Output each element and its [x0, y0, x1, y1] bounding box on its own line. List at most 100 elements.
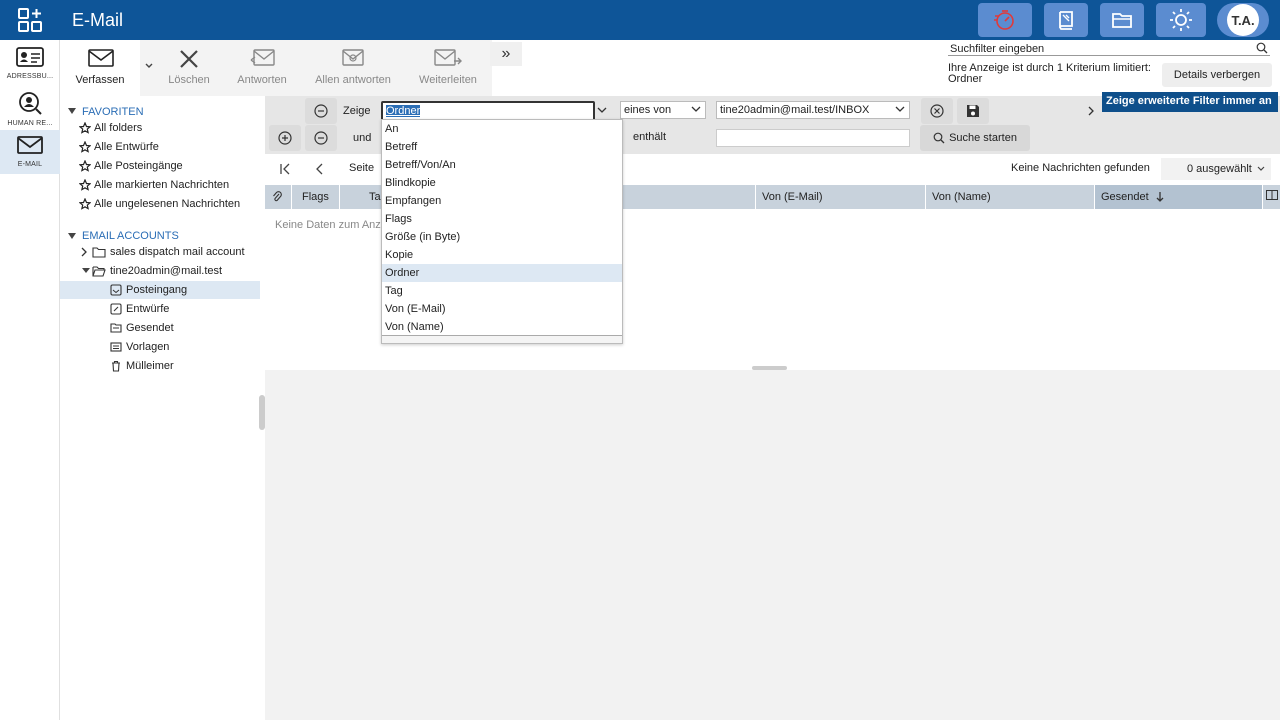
favorite-label: All folders — [94, 122, 143, 134]
folder-value-select[interactable]: tine20admin@mail.test/INBOX — [716, 101, 910, 119]
star-icon — [79, 198, 91, 210]
add-filter-button[interactable] — [269, 125, 301, 151]
envelope-icon — [17, 136, 43, 154]
save-filter-button[interactable] — [957, 98, 989, 124]
star-icon — [79, 160, 91, 172]
favorite-item[interactable]: All folders — [60, 119, 260, 137]
folder-item-trash[interactable]: Mülleimer — [60, 357, 260, 375]
star-icon — [79, 141, 91, 153]
search-input[interactable]: Suchfilter eingeben — [948, 42, 1270, 56]
compose-menu-button[interactable] — [140, 40, 158, 96]
dropdown-option[interactable]: Empfangen — [382, 192, 622, 210]
reply-all-button[interactable]: Allen antworten — [306, 40, 400, 96]
and-label: und — [353, 132, 372, 144]
folder-item-drafts[interactable]: Entwürfe — [60, 300, 260, 318]
rail-item-human-resources[interactable]: HUMAN RE... — [0, 87, 60, 131]
column-sent[interactable]: Gesendet — [1095, 185, 1263, 209]
search-placeholder: Suchfilter eingeben — [950, 43, 1045, 55]
folder-item-inbox[interactable]: Posteingang — [60, 281, 260, 299]
favorite-item[interactable]: Alle markierten Nachrichten — [60, 176, 260, 194]
reply-mail-icon — [250, 49, 275, 66]
reply-button[interactable]: Antworten — [228, 40, 296, 96]
account-item[interactable]: tine20admin@mail.test — [60, 262, 260, 280]
chevron-down-icon[interactable] — [597, 106, 607, 114]
dropdown-option[interactable]: Blindkopie — [382, 174, 622, 192]
first-page-icon[interactable] — [279, 163, 291, 175]
timer-button[interactable] — [978, 3, 1032, 37]
paperclip-icon — [273, 191, 282, 202]
inbox-icon — [110, 284, 122, 296]
operator-select[interactable]: eines von — [620, 101, 706, 119]
collapse-triangle-icon[interactable] — [68, 233, 76, 239]
dropdown-option[interactable]: Betreff/Von/An — [382, 156, 622, 174]
contains-label: enthält — [633, 131, 667, 143]
dropdown-option[interactable]: Kopie — [382, 246, 622, 264]
chevron-down-icon — [1257, 166, 1265, 171]
chevron-down-icon — [895, 106, 905, 112]
rail-item-email[interactable]: E-MAIL — [0, 130, 60, 174]
chevron-down-icon — [691, 106, 701, 112]
filemanager-button[interactable] — [1100, 3, 1144, 37]
delete-button[interactable]: Löschen — [158, 40, 220, 96]
hide-details-button[interactable]: Details verbergen — [1162, 63, 1272, 87]
dropdown-option[interactable]: Tag — [382, 282, 622, 300]
close-circle-icon — [930, 104, 944, 118]
user-avatar-button[interactable]: T.A. — [1217, 3, 1269, 37]
rail-item-addressbook[interactable]: ADRESSBU... — [0, 42, 60, 86]
reply-all-label: Allen antworten — [315, 74, 391, 86]
theme-toggle-button[interactable] — [1156, 3, 1206, 37]
close-icon — [180, 50, 198, 68]
envelope-icon — [88, 49, 114, 67]
collapse-triangle-icon[interactable] — [82, 268, 90, 273]
dropdown-option[interactable]: Flags — [382, 210, 622, 228]
dropdown-option[interactable]: Von (E-Mail) — [382, 300, 622, 318]
contains-input[interactable] — [716, 129, 910, 147]
minus-circle-icon — [314, 104, 328, 118]
chevron-right-icon[interactable] — [1087, 106, 1095, 116]
remove-filter-button[interactable] — [305, 98, 337, 124]
selection-count-button[interactable]: 0 ausgewählt — [1161, 158, 1271, 180]
save-icon — [967, 105, 979, 117]
column-flags[interactable]: Flags — [292, 185, 340, 209]
dropdown-option[interactable]: Größe (in Byte) — [382, 228, 622, 246]
account-item[interactable]: sales dispatch mail account — [60, 243, 260, 261]
favorite-label: Alle Entwürfe — [94, 141, 159, 153]
favorite-item[interactable]: Alle Posteingänge — [60, 157, 260, 175]
empty-grid-text: Keine Daten zum Anz — [275, 219, 381, 231]
notes-button[interactable] — [1044, 3, 1088, 37]
clear-filter-button[interactable] — [921, 98, 953, 124]
preview-resize-handle[interactable] — [752, 366, 787, 370]
page-label: Seite — [349, 162, 375, 174]
dropdown-option[interactable]: Betreff — [382, 138, 622, 156]
prev-page-icon[interactable] — [315, 163, 325, 175]
drafts-icon — [110, 303, 122, 315]
sent-icon — [110, 323, 122, 333]
dropdown-option-selected[interactable]: Ordner — [382, 264, 622, 282]
column-attachment[interactable] — [265, 185, 292, 209]
rail-label: E-MAIL — [17, 161, 43, 168]
column-from-name[interactable]: Von (Name) — [926, 185, 1095, 209]
compose-button[interactable]: Verfassen — [60, 40, 140, 96]
columns-icon — [1266, 190, 1278, 200]
folder-item-sent[interactable]: Gesendet — [60, 319, 260, 337]
dropdown-option[interactable]: Von (Name) — [382, 318, 622, 336]
column-from-email[interactable]: Von (E-Mail) — [756, 185, 926, 209]
start-search-button[interactable]: Suche starten — [920, 125, 1030, 151]
dropdown-resize-grip[interactable] — [382, 335, 622, 343]
more-actions-button[interactable]: » — [490, 42, 522, 66]
folder-tree: FAVORITEN All folders Alle Entwürfe Alle… — [60, 96, 265, 720]
favorite-item[interactable]: Alle ungelesenen Nachrichten — [60, 195, 260, 213]
folder-item-templates[interactable]: Vorlagen — [60, 338, 260, 356]
remove-filter-button[interactable] — [305, 125, 337, 151]
favorite-item[interactable]: Alle Entwürfe — [60, 138, 260, 156]
column-picker[interactable] — [1263, 185, 1280, 209]
dropdown-option[interactable]: An — [382, 120, 622, 138]
apps-grid-icon[interactable] — [18, 8, 42, 32]
forward-button[interactable]: Weiterleiten — [410, 40, 486, 96]
trash-icon — [112, 360, 120, 372]
search-icon[interactable] — [1256, 42, 1268, 54]
filter-field-select[interactable]: Ordner — [381, 101, 595, 121]
collapse-triangle-icon[interactable] — [68, 108, 76, 114]
double-chevron-right-icon: » — [501, 45, 511, 62]
chevron-right-icon[interactable] — [80, 247, 88, 257]
